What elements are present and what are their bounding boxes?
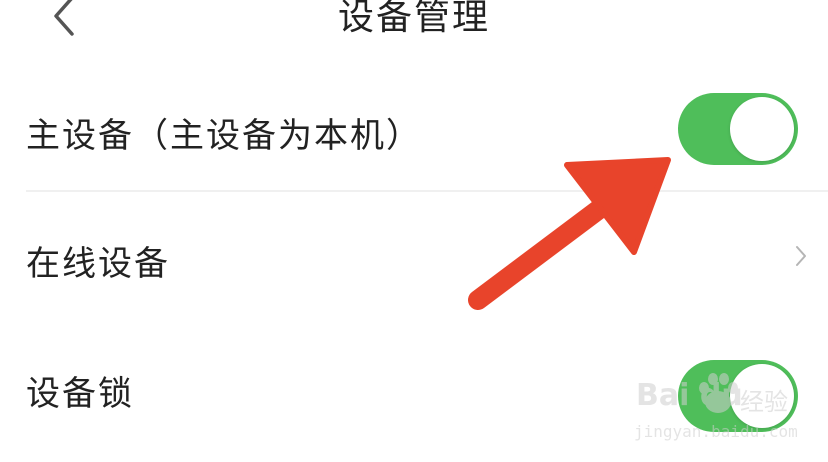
settings-row-online-devices[interactable]: 在线设备: [0, 192, 828, 322]
nav-bar: 设备管理: [0, 0, 828, 50]
device-lock-label: 设备锁: [26, 374, 134, 414]
settings-row-primary-device: 主设备（主设备为本机）: [0, 76, 828, 190]
toggle-knob: [730, 97, 794, 161]
paw-icon: [699, 373, 738, 413]
chevron-right-icon: [796, 246, 806, 266]
primary-device-toggle[interactable]: [678, 93, 798, 165]
primary-device-label: 主设备（主设备为本机）: [26, 116, 422, 156]
device-management-screen: 设备管理 主设备（主设备为本机） 在线设备 设备锁 Bai du 经验 jing…: [0, 0, 828, 462]
online-devices-label: 在线设备: [26, 244, 170, 284]
watermark-brand: 经验: [740, 388, 788, 416]
watermark-url: jingyan.baidu.com: [634, 422, 798, 441]
page-title: 设备管理: [337, 0, 490, 38]
watermark: Bai du 经验 jingyan.baidu.com: [628, 370, 828, 462]
